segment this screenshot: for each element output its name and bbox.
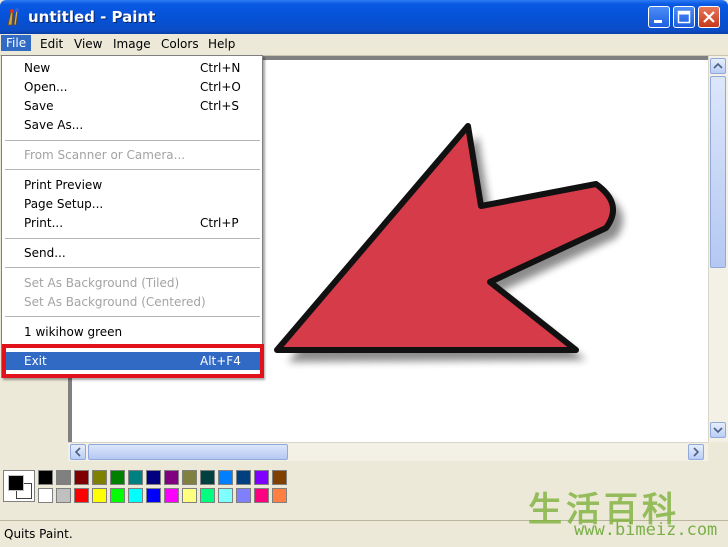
scroll-down-icon (713, 427, 723, 434)
menu-separator (5, 140, 260, 141)
maximize-button[interactable] (673, 6, 695, 28)
palette-swatch[interactable] (182, 488, 197, 503)
palette-swatch[interactable] (218, 488, 233, 503)
menu-item-label: Send... (24, 246, 66, 260)
file-menu-dropdown: New Ctrl+N Open... Ctrl+O Save Ctrl+S Sa… (1, 55, 263, 378)
status-text: Quits Paint. (4, 527, 73, 541)
menu-view[interactable]: View (74, 37, 102, 51)
arrow-shape (274, 123, 617, 353)
palette-swatch[interactable] (128, 488, 143, 503)
palette-swatch[interactable] (146, 470, 161, 485)
menu-help[interactable]: Help (208, 37, 235, 51)
palette-swatch[interactable] (146, 488, 161, 503)
menu-item-label: Set As Background (Centered) (24, 295, 206, 309)
menu-item-send[interactable]: Send... (2, 244, 262, 262)
palette-swatch[interactable] (92, 488, 107, 503)
menu-item-label: New (24, 61, 51, 75)
menu-item-label: Open... (24, 80, 68, 94)
minimize-button[interactable] (648, 6, 670, 28)
palette-swatch[interactable] (110, 470, 125, 485)
scroll-left-button[interactable] (70, 444, 86, 460)
scroll-up-button[interactable] (710, 58, 726, 74)
maximize-icon (677, 10, 691, 24)
menu-item-shortcut: Ctrl+S (200, 99, 240, 113)
palette-swatch[interactable] (182, 470, 197, 485)
title-bar[interactable]: untitled - Paint (0, 0, 728, 34)
palette-swatch[interactable] (164, 488, 179, 503)
menu-item-shortcut: Ctrl+N (200, 61, 241, 75)
palette-swatch[interactable] (236, 470, 251, 485)
exit-highlight-box (2, 344, 264, 378)
palette-swatch[interactable] (128, 470, 143, 485)
menu-item-save[interactable]: Save Ctrl+S (2, 97, 262, 115)
watermark: 生活百科 www.bimeiz.com (522, 482, 728, 546)
menu-item-new[interactable]: New Ctrl+N (2, 59, 262, 77)
scroll-left-icon (74, 447, 81, 457)
close-button[interactable] (698, 6, 720, 28)
menu-item-save-as[interactable]: Save As... (2, 116, 262, 134)
menu-item-from-scanner[interactable]: From Scanner or Camera... (2, 146, 262, 164)
scroll-up-icon (713, 62, 723, 69)
scroll-right-icon (693, 447, 700, 457)
palette-swatch[interactable] (38, 470, 53, 485)
palette-swatch[interactable] (56, 488, 71, 503)
menu-item-label: Set As Background (Tiled) (24, 276, 180, 290)
close-icon (703, 11, 715, 23)
menu-item-label: From Scanner or Camera... (24, 148, 186, 162)
watermark-url: www.bimeiz.com (574, 520, 718, 540)
paint-app-icon (7, 8, 19, 26)
menu-item-page-setup[interactable]: Page Setup... (2, 195, 262, 213)
palette-swatch[interactable] (254, 470, 269, 485)
menu-separator (5, 238, 260, 239)
palette-swatch[interactable] (164, 470, 179, 485)
palette-swatch[interactable] (74, 488, 89, 503)
horizontal-scrollbar[interactable] (68, 442, 708, 461)
menu-item-open[interactable]: Open... Ctrl+O (2, 78, 262, 96)
menu-file[interactable]: File (1, 35, 32, 51)
window-title: untitled - Paint (28, 8, 156, 26)
menu-separator (5, 267, 260, 268)
foreground-color-box[interactable] (8, 475, 24, 491)
menu-image[interactable]: Image (113, 37, 151, 51)
palette-swatch[interactable] (74, 470, 89, 485)
palette-swatch[interactable] (200, 488, 215, 503)
menu-item-shortcut: Ctrl+O (200, 80, 241, 94)
menu-item-label: Print Preview (24, 178, 103, 192)
palette-swatch[interactable] (38, 488, 53, 503)
minimize-icon (654, 20, 662, 23)
palette-swatch[interactable] (218, 470, 233, 485)
menu-item-print-preview[interactable]: Print Preview (2, 176, 262, 194)
palette-swatch[interactable] (92, 470, 107, 485)
menu-item-shortcut: Ctrl+P (200, 216, 239, 230)
palette-swatch[interactable] (254, 488, 269, 503)
palette-swatch[interactable] (56, 470, 71, 485)
menu-item-label: Print... (24, 216, 64, 230)
menu-item-background-centered[interactable]: Set As Background (Centered) (2, 293, 262, 311)
menu-edit[interactable]: Edit (40, 37, 63, 51)
menu-item-background-tiled[interactable]: Set As Background (Tiled) (2, 274, 262, 292)
palette-swatch[interactable] (272, 470, 287, 485)
palette-swatch[interactable] (236, 488, 251, 503)
current-colors-indicator[interactable] (3, 470, 35, 502)
menu-colors[interactable]: Colors (161, 37, 199, 51)
menu-item-label: Save As... (24, 118, 84, 132)
menu-item-print[interactable]: Print... Ctrl+P (2, 214, 262, 232)
palette-swatch[interactable] (200, 470, 215, 485)
scroll-down-button[interactable] (710, 422, 726, 438)
menu-separator (5, 169, 260, 170)
vertical-scrollbar[interactable] (708, 56, 728, 442)
palette-swatch[interactable] (272, 488, 287, 503)
vertical-scroll-thumb[interactable] (710, 76, 726, 268)
menu-item-label: 1 wikihow green (24, 325, 123, 339)
horizontal-scroll-thumb[interactable] (88, 444, 288, 460)
menu-item-label: Save (24, 99, 54, 113)
menu-bar: File Edit View Image Colors Help (0, 34, 728, 56)
palette-swatch[interactable] (110, 488, 125, 503)
scroll-right-button[interactable] (688, 444, 704, 460)
menu-item-recent-file[interactable]: 1 wikihow green (2, 323, 262, 341)
menu-separator (5, 316, 260, 317)
menu-item-label: Page Setup... (24, 197, 104, 211)
